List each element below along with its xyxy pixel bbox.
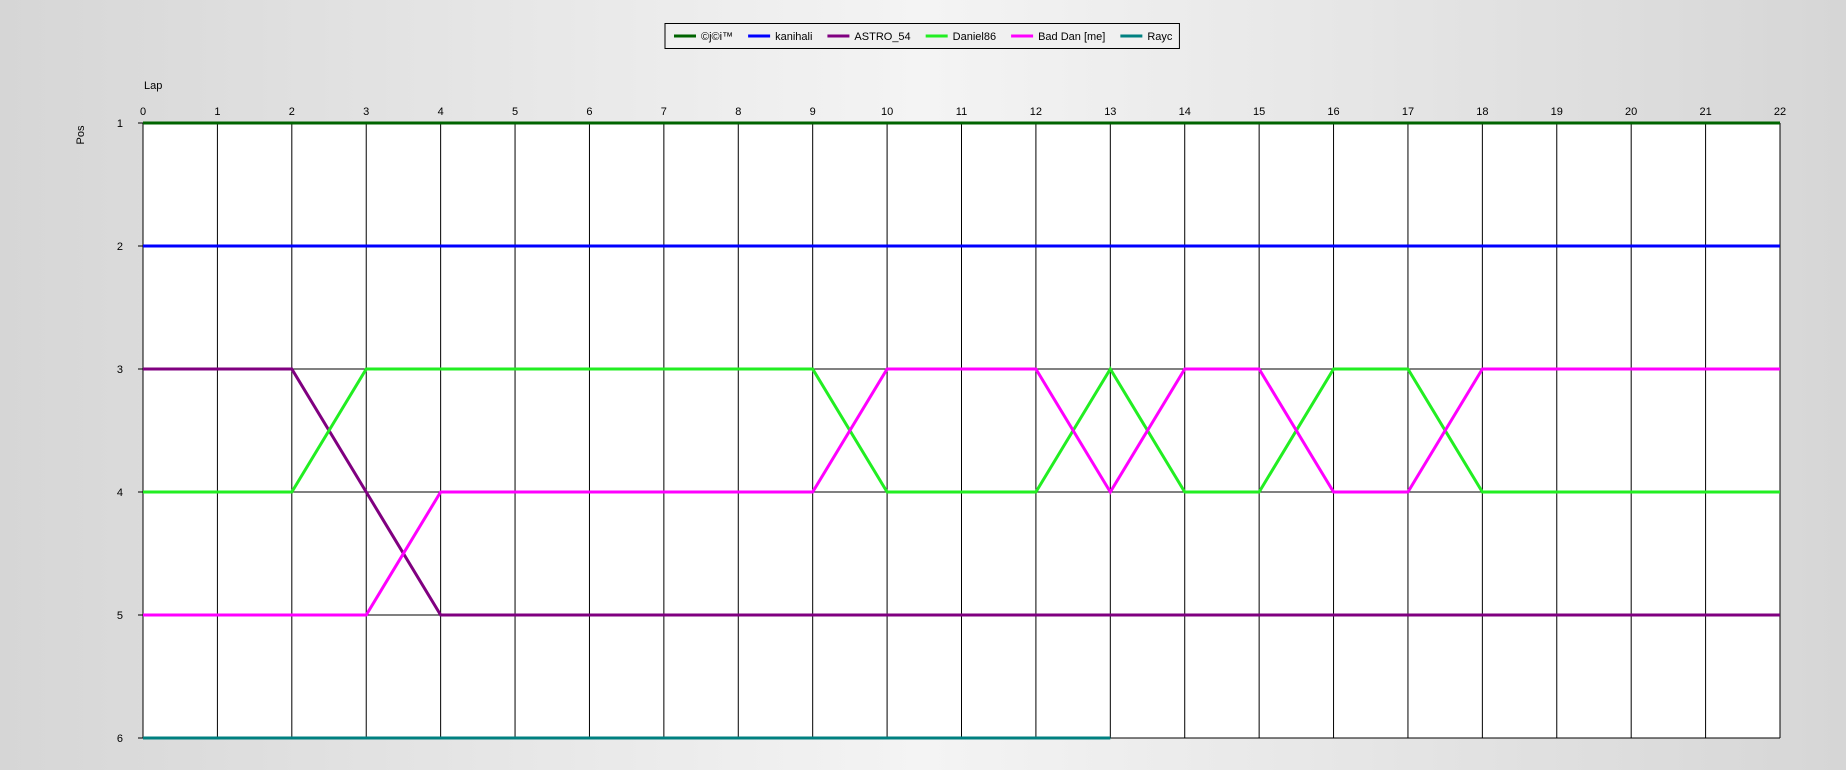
x-tick-label: 1 [214, 106, 220, 118]
x-tick-label: 4 [438, 106, 444, 118]
x-tick-label: 16 [1327, 106, 1339, 118]
legend-entry: Bad Dan [me] [1038, 31, 1105, 43]
x-tick-label: 11 [956, 106, 967, 118]
y-tick-label: 3 [117, 364, 123, 376]
lap-position-chart: ©j©i™ kanihali ASTRO_54 Daniel86 Bad Dan [me… [75, 23, 1786, 745]
legend-entry: Rayc [1147, 31, 1173, 43]
x-tick-label: 2 [289, 106, 295, 118]
x-tick-label: 6 [586, 106, 592, 118]
x-tick-label: 9 [810, 106, 816, 118]
legend-entry: kanihali [775, 31, 812, 43]
legend-entry: ASTRO_54 [854, 31, 910, 43]
y-axis-title: Pos [75, 125, 87, 144]
x-tick-label: 14 [1179, 106, 1191, 118]
x-axis-title: Lap [144, 80, 162, 92]
x-tick-label: 5 [512, 106, 518, 118]
x-tick-label: 19 [1551, 106, 1563, 118]
y-tick-label: 2 [117, 241, 123, 253]
x-tick-label: 7 [661, 106, 667, 118]
x-tick-label: 22 [1774, 106, 1786, 118]
x-tick-label: 20 [1625, 106, 1637, 118]
x-tick-label: 18 [1476, 106, 1488, 118]
x-tick-label: 13 [1104, 106, 1116, 118]
y-tick-label: 5 [117, 610, 123, 622]
y-tick-label: 6 [117, 733, 123, 745]
x-tick-label: 3 [363, 106, 369, 118]
legend-entry: Daniel86 [953, 31, 996, 43]
legend-entry: ©j©i™ [701, 31, 733, 43]
x-tick-label: 21 [1699, 106, 1711, 118]
legend: ©j©i™ kanihali ASTRO_54 Daniel86 Bad Dan [me… [664, 23, 1180, 49]
x-tick-label: 17 [1402, 106, 1414, 118]
y-tick-label: 4 [117, 487, 123, 499]
x-tick-label: 8 [735, 106, 741, 118]
x-tick-label: 15 [1253, 106, 1265, 118]
x-tick-label: 10 [881, 106, 893, 118]
y-tick-label: 1 [117, 118, 123, 130]
x-tick-label: 0 [140, 106, 146, 118]
x-tick-label: 12 [1030, 106, 1042, 118]
